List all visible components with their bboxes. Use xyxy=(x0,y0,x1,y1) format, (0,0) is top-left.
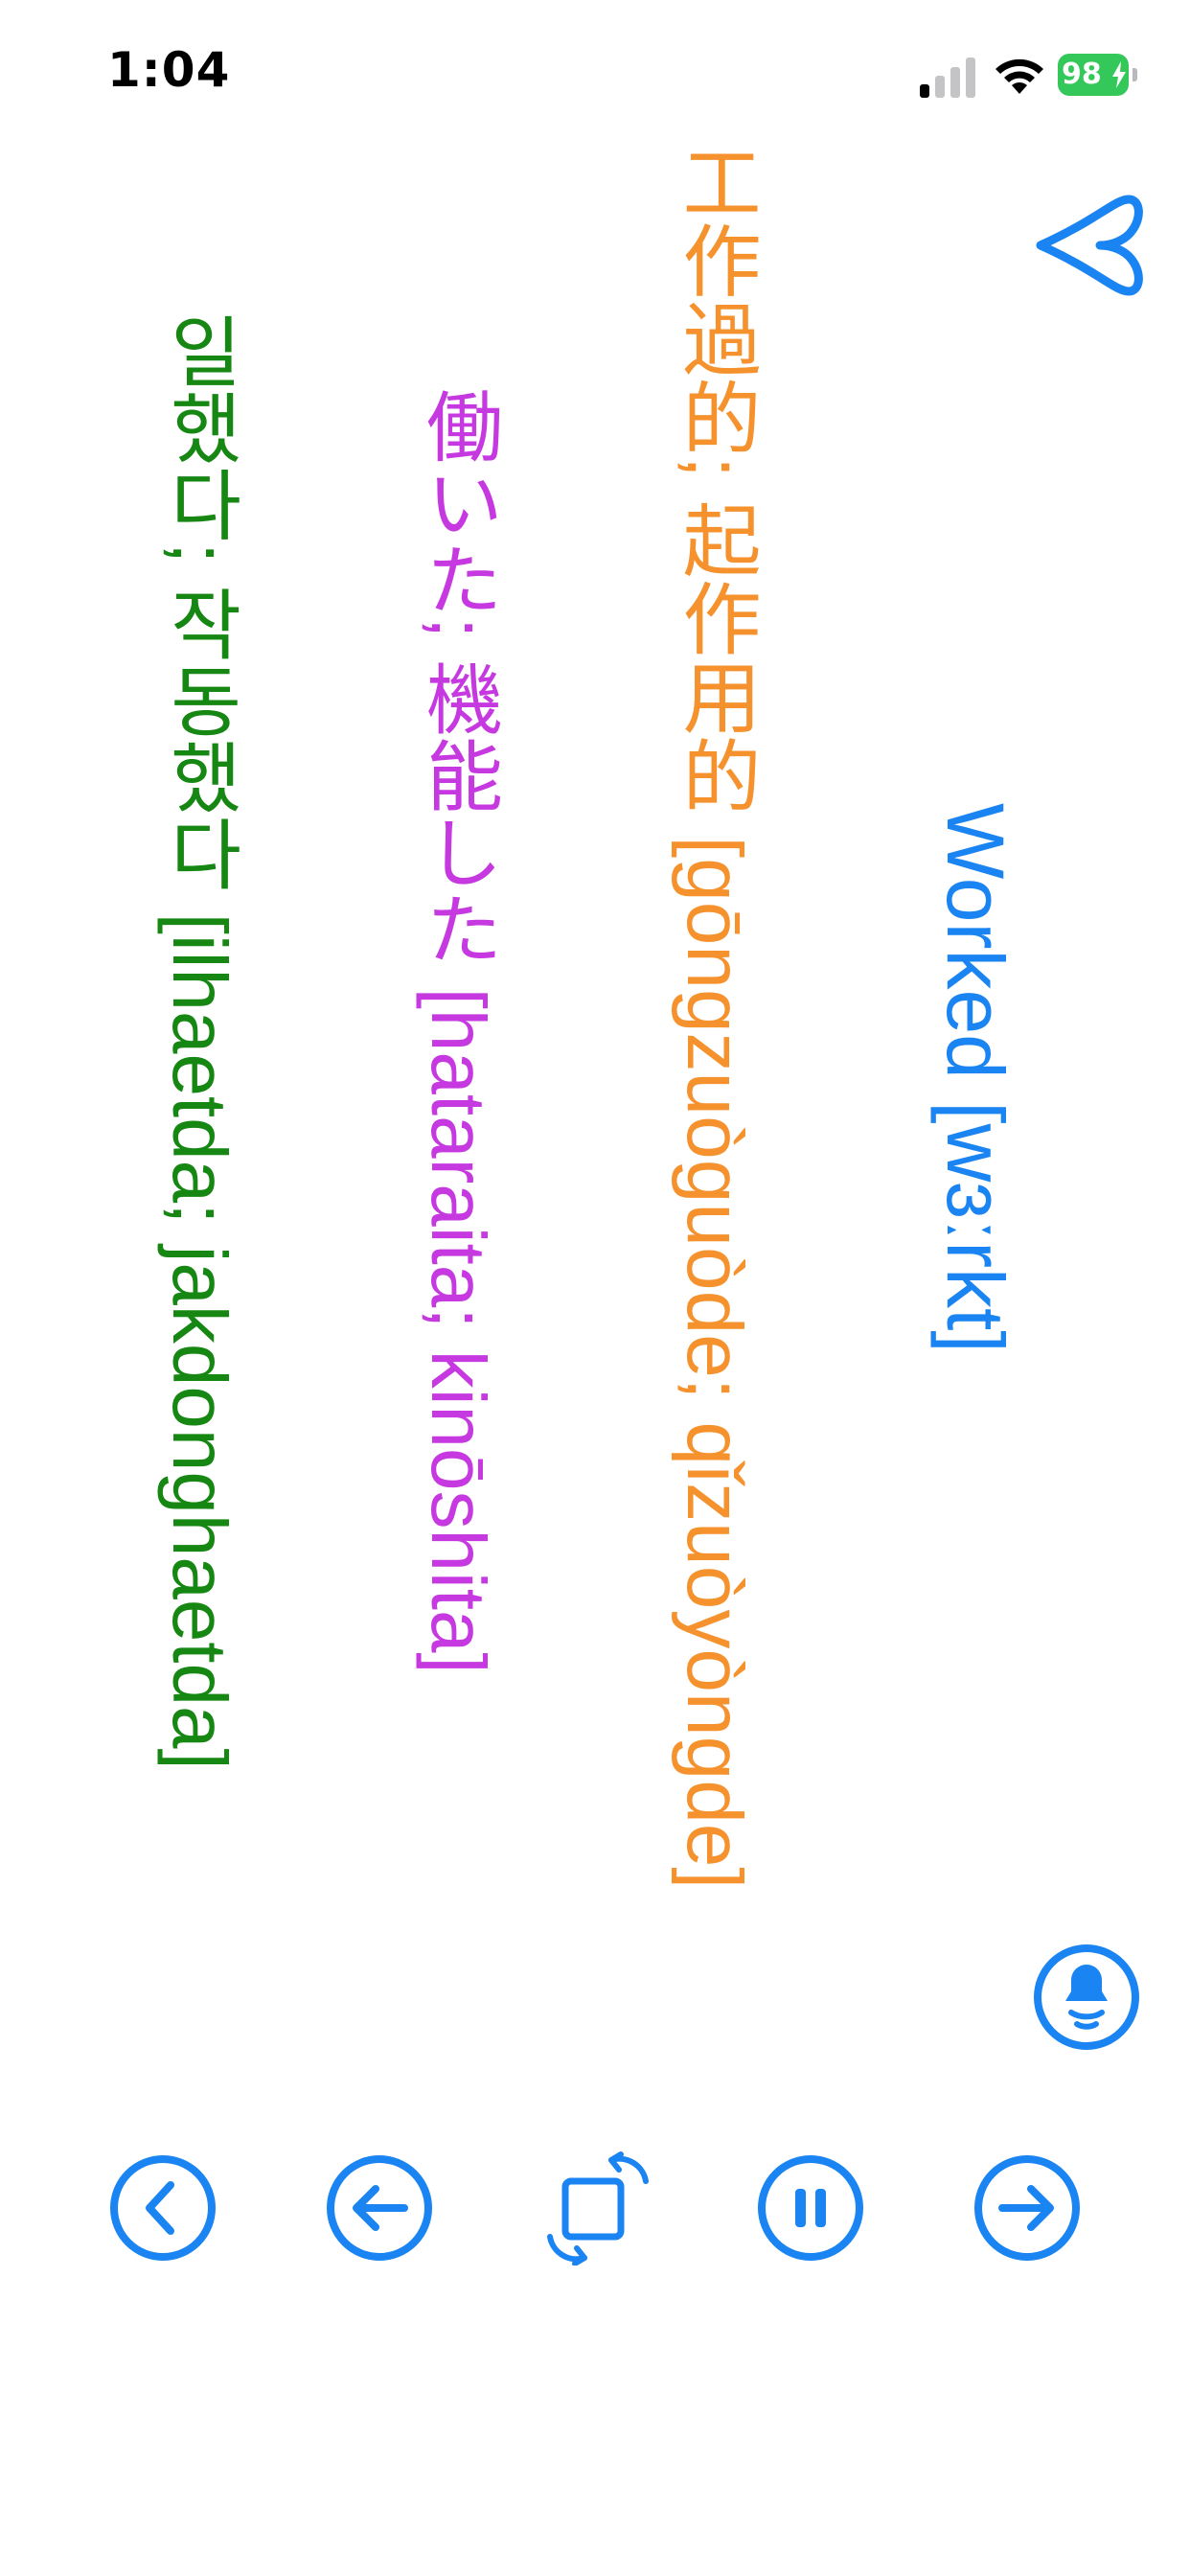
back-button[interactable] xyxy=(109,2154,217,2262)
next-button[interactable] xyxy=(973,2154,1081,2262)
english-translation: Worked [wɜːrkt] xyxy=(930,803,1020,1353)
japanese-translation: 働いた; 機能した [hataraita; kinōshita] xyxy=(416,387,501,1674)
speak-button[interactable] xyxy=(1033,1944,1140,2051)
battery-charging-icon: 98 xyxy=(1058,54,1138,96)
chinese-translation: 工作過的; 起作用的 [gōngzuòguòde; qǐzuòyòngde] xyxy=(671,142,758,1890)
pause-circle-icon xyxy=(758,2155,863,2261)
rotate-button[interactable] xyxy=(540,2150,655,2266)
status-bar: 1:04 98 xyxy=(0,0,1190,144)
arrow-left-circle-icon xyxy=(327,2155,432,2261)
rotate-orientation-icon xyxy=(547,2151,649,2266)
previous-button[interactable] xyxy=(326,2154,433,2262)
heart-outline-icon xyxy=(1036,195,1143,296)
status-time: 1:04 xyxy=(107,42,231,98)
korean-translation: 일했다; 작동했다 [ilhaetda; jakdonghaetda] xyxy=(157,312,242,1770)
pause-button[interactable] xyxy=(757,2154,864,2262)
battery-tip xyxy=(1133,68,1137,81)
speaker-voice-icon xyxy=(1034,1944,1139,2050)
wifi-icon xyxy=(992,54,1047,96)
cellular-signal-icon xyxy=(918,56,979,98)
arrow-right-circle-icon xyxy=(974,2155,1080,2261)
bolt-icon xyxy=(1112,61,1126,88)
battery-level: 98 xyxy=(1062,58,1102,91)
favorite-button[interactable] xyxy=(1033,188,1146,303)
chevron-left-circle-icon xyxy=(110,2155,216,2261)
